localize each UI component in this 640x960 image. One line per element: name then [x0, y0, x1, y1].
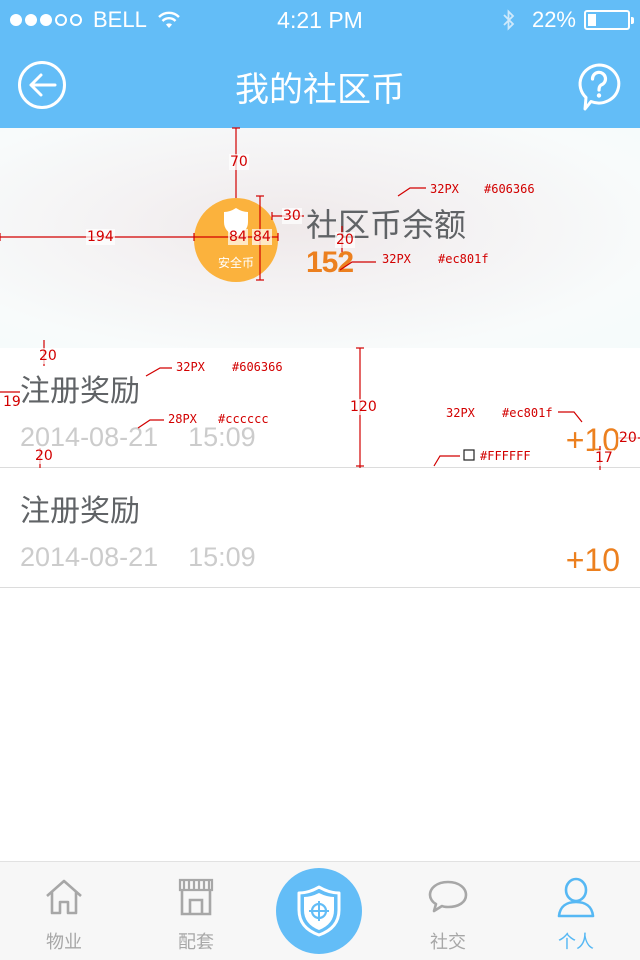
balance-banner: 安全币 社区币余额 152: [0, 128, 640, 348]
shield-target-icon: [297, 885, 341, 937]
center-security-button[interactable]: [276, 868, 362, 954]
record-title: 注册奖励: [20, 374, 140, 409]
record-time: 2014-08-21 15:09: [20, 422, 256, 452]
question-bubble-icon: [578, 63, 621, 111]
list-item[interactable]: 注册奖励 2014-08-21 15:09 +10: [0, 348, 640, 468]
record-time: 2014-08-21 15:09: [20, 542, 256, 572]
chat-bubble-icon: [428, 880, 468, 913]
tab-label: 社交: [430, 932, 466, 953]
person-icon: [557, 877, 595, 918]
status-right: 22%: [502, 7, 634, 33]
nav-bar: 我的社区币: [0, 40, 640, 128]
bluetooth-icon: [503, 9, 515, 31]
house-icon: [46, 879, 82, 915]
balance-title: 社区币余额: [306, 206, 467, 244]
record-amount: +10: [565, 542, 620, 578]
tab-property[interactable]: 物业: [0, 862, 128, 960]
storefront-icon: [178, 878, 214, 916]
tab-label: 个人: [558, 932, 594, 953]
battery-percent: 22%: [531, 7, 576, 32]
status-bar: BELL 4:21 PM 22%: [0, 0, 640, 40]
tab-label: 配套: [178, 932, 214, 953]
list-item[interactable]: 注册奖励 2014-08-21 15:09 +10: [0, 468, 640, 588]
page-title: 我的社区币: [235, 70, 405, 110]
help-button[interactable]: [576, 62, 622, 112]
battery-icon: [584, 10, 634, 30]
tab-social[interactable]: 社交: [384, 862, 512, 960]
battery-level: [588, 14, 596, 26]
shield-icon: [224, 208, 248, 236]
app-header: BELL 4:21 PM 22% 我的社区币: [0, 0, 640, 128]
record-amount: +10: [565, 422, 620, 458]
tab-profile[interactable]: 个人: [512, 862, 640, 960]
tab-label: 物业: [46, 932, 82, 953]
coin-badge: 安全币: [194, 198, 278, 282]
battery-tip: [631, 17, 634, 24]
balance-value: 152: [306, 246, 354, 279]
tab-facilities[interactable]: 配套: [132, 862, 260, 960]
coin-label: 安全币: [217, 256, 254, 270]
record-title: 注册奖励: [20, 494, 140, 529]
